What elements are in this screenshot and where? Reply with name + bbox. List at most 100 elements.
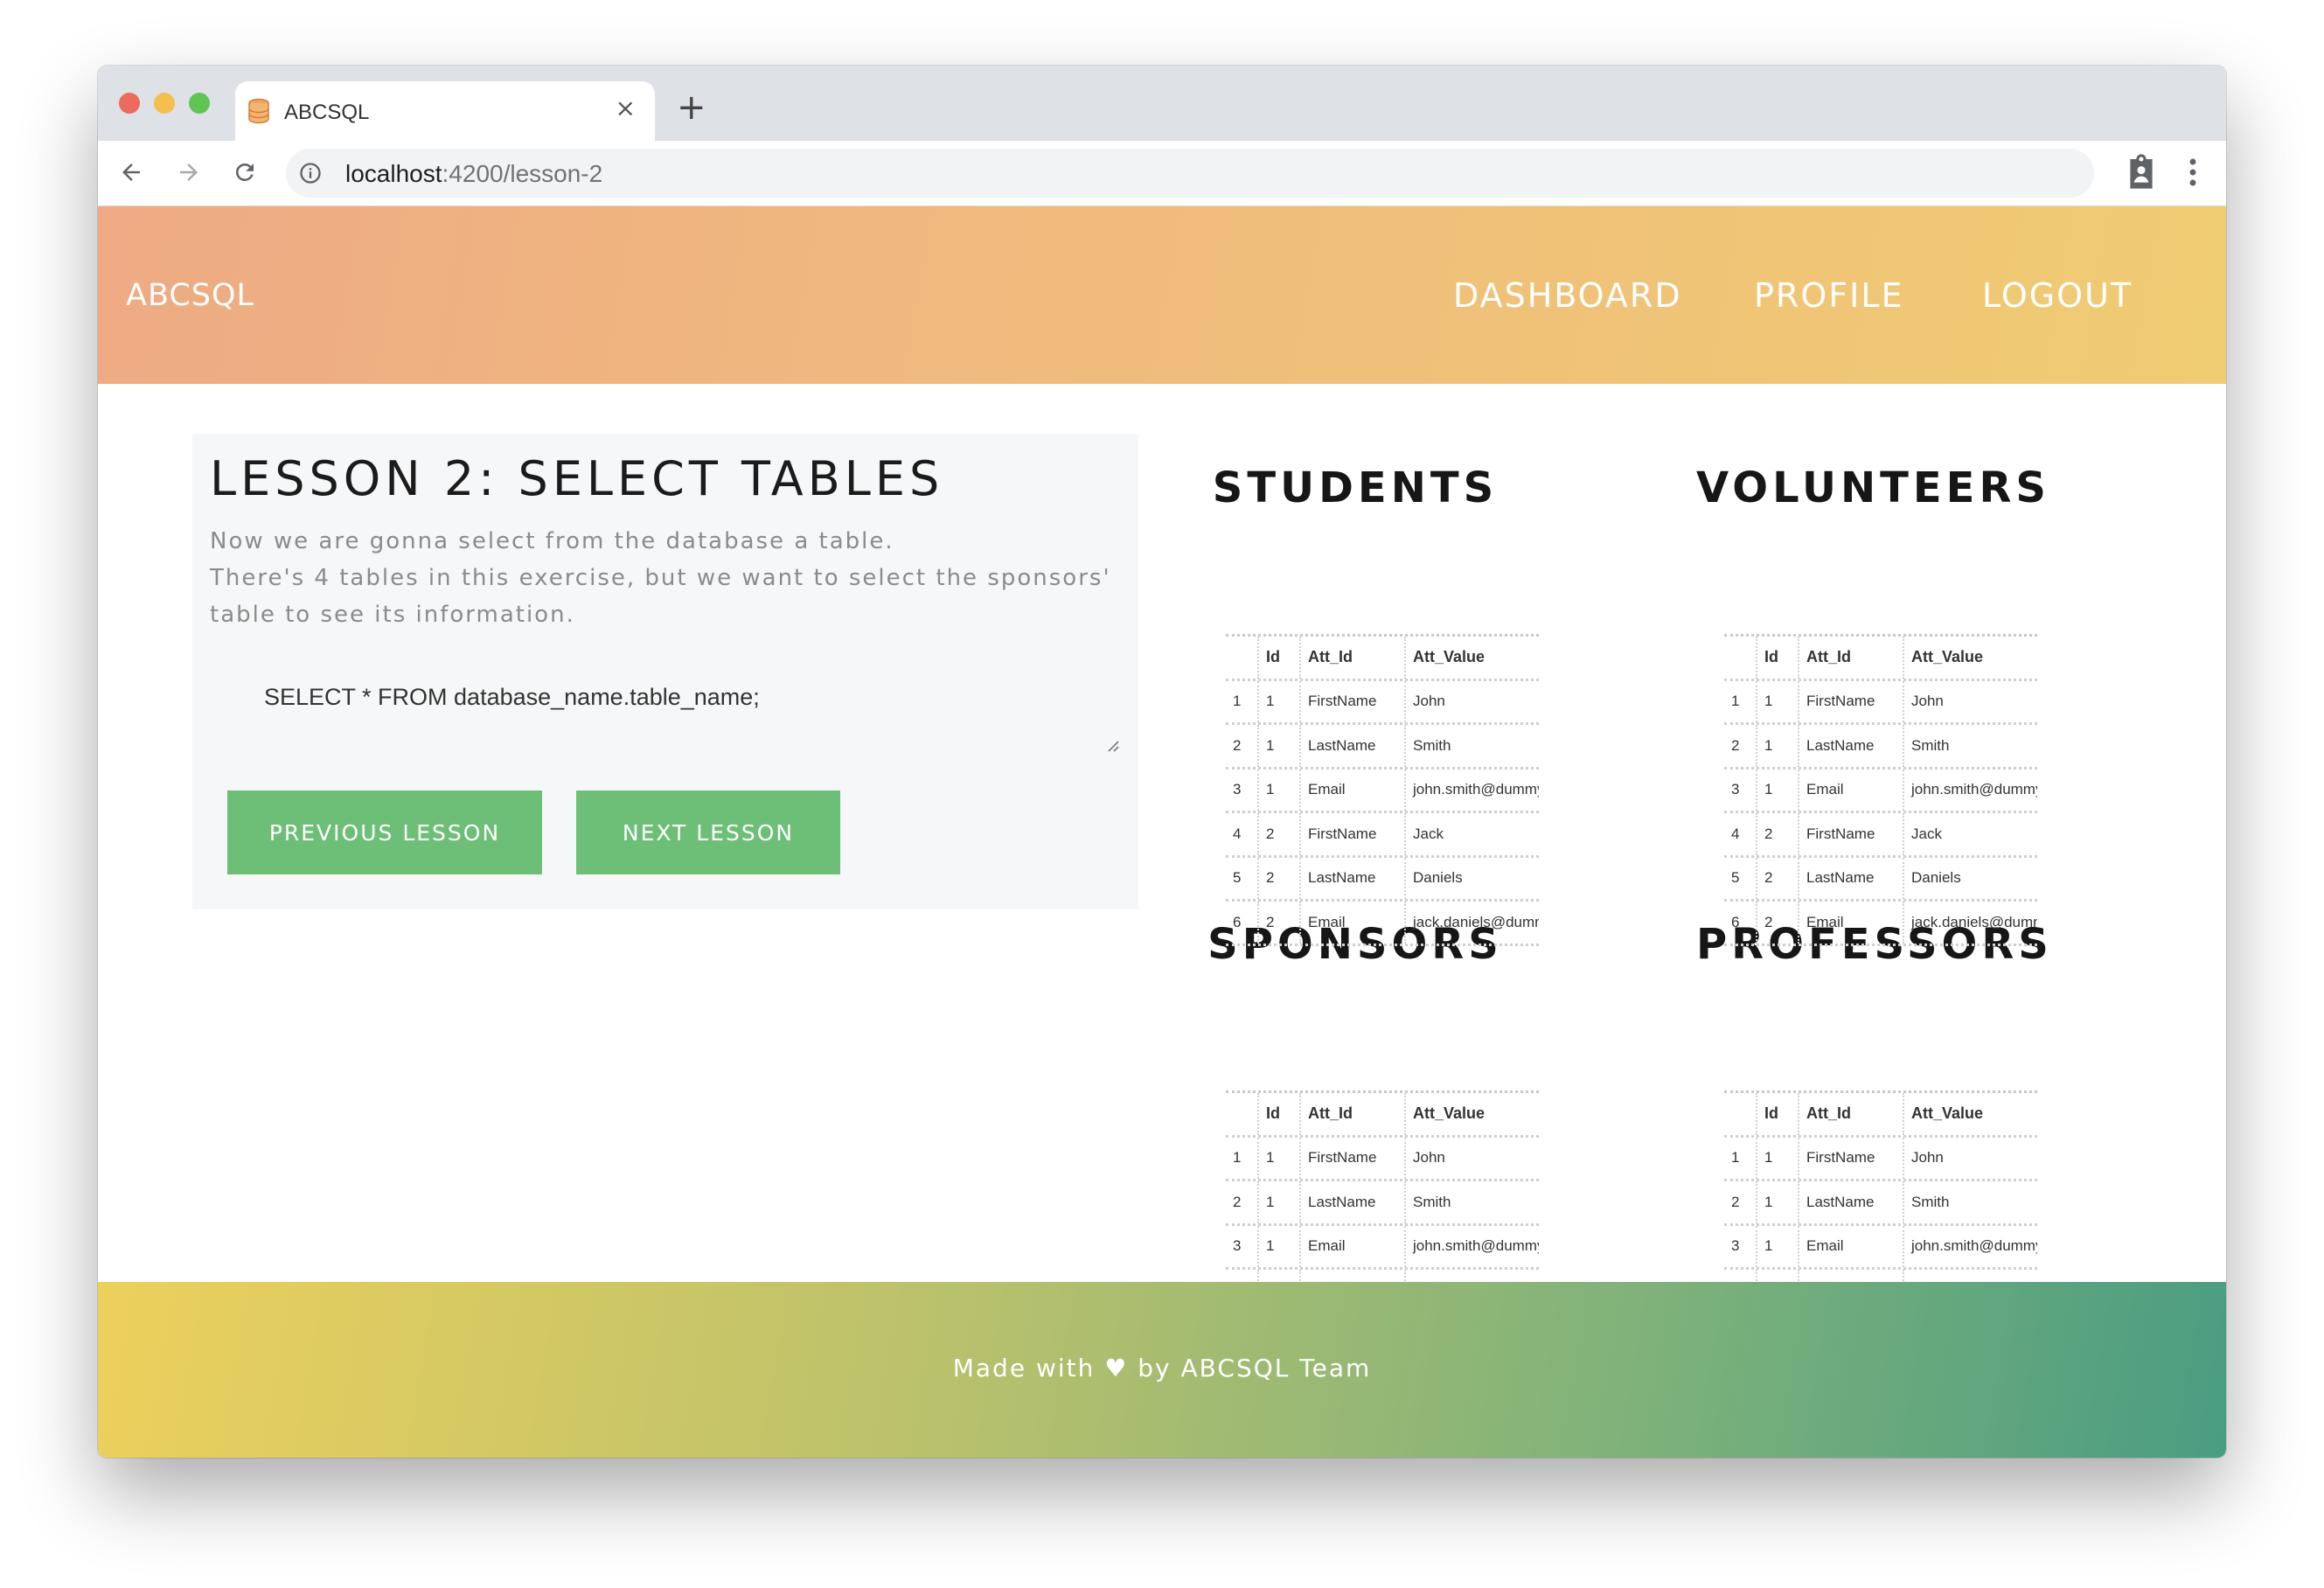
window-minimize-button[interactable]: [154, 93, 175, 114]
table-header-cell: Att_Id: [1301, 637, 1406, 679]
footer-team: by ABCSQL Team: [1138, 1354, 1372, 1383]
table-row: 62Email jack.daniels@dummy.com: [1724, 902, 2037, 946]
table-header-cell: Att_Value: [1911, 1104, 1984, 1123]
table-cell: Smith: [1911, 736, 1950, 754]
page-content: ABCSQL DASHBOARD PROFILE LOGOUT LESSON 2…: [98, 206, 2226, 1458]
resize-grip-icon[interactable]: [1105, 738, 1119, 752]
table-row: 1 1 FirstName John: [1724, 1137, 2037, 1181]
table-cell: 1: [1226, 680, 1259, 722]
tab-close-icon[interactable]: ×: [616, 94, 636, 122]
tab-title: ABCSQL: [284, 101, 370, 124]
table-cell: 6: [1724, 902, 1757, 944]
query-textarea[interactable]: SELECT * FROM database_name.table_name;: [210, 668, 1124, 759]
window-close-button[interactable]: [119, 93, 140, 114]
address-bar[interactable]: localhost:4200/lesson-2: [286, 149, 2094, 198]
table-row: 2 1 LastName Smith: [1724, 725, 2037, 770]
table-cell: LastName: [1799, 725, 1904, 767]
table-header-cell: Att_Id: [1799, 1093, 1904, 1135]
table-header-cell: Att_Id: [1301, 1093, 1406, 1135]
table-cell: FirstName: [1301, 680, 1406, 722]
table-cell: 1: [1757, 680, 1799, 722]
table-header-cell: Id: [1757, 637, 1799, 679]
table-header-cell: Id: [1259, 1093, 1301, 1135]
table-cell: 1: [1259, 1137, 1301, 1179]
table-cell: John: [1911, 1149, 1944, 1167]
forward-button[interactable]: [168, 151, 210, 193]
nav-logout[interactable]: LOGOUT: [1982, 276, 2133, 315]
table-cell: 1: [1259, 1181, 1301, 1223]
table-cell: Jack: [1413, 825, 1444, 842]
database-favicon: [248, 98, 269, 124]
table-cell: 3: [1724, 769, 1757, 811]
screenshot-stage: ABCSQL × + localhost:4200/lesson-2 ABCSQ…: [0, 0, 2324, 1588]
table-cell: john.smith@dummy.com: [1413, 1237, 1539, 1255]
table-cell: 2: [1757, 857, 1799, 899]
browser-tab-abcsql[interactable]: ABCSQL ×: [235, 81, 655, 141]
table-cell: FirstName: [1301, 813, 1406, 855]
table-cell: 2: [1757, 813, 1799, 855]
table-cell: Smith: [1413, 736, 1451, 754]
table-cell: John: [1911, 693, 1944, 710]
table-row: 52LastName Daniels: [1226, 857, 1539, 902]
reload-icon: [235, 164, 254, 181]
reload-button[interactable]: [224, 151, 266, 193]
footer-made-with: Made with: [952, 1354, 1096, 1383]
app-footer: Made with ♥ by ABCSQL Team: [98, 1282, 2226, 1458]
footer-text: Made with ♥ by ABCSQL Team: [98, 1354, 2226, 1383]
nav-dashboard[interactable]: DASHBOARD: [1453, 276, 1682, 315]
back-button[interactable]: [110, 151, 152, 193]
table-row: 2 1 LastName Smith: [1226, 725, 1539, 770]
previous-lesson-button[interactable]: PREVIOUS LESSON: [227, 791, 542, 874]
table-row: 1 1 FirstName John: [1226, 1137, 1539, 1181]
browser-toolbar: localhost:4200/lesson-2: [98, 141, 2226, 206]
extension-clipboard-icon[interactable]: [2126, 153, 2156, 190]
table-header-cell: [1724, 637, 1757, 679]
table-cell: FirstName: [1799, 680, 1904, 722]
url-path: :4200/lesson-2: [442, 160, 603, 187]
table-cell: 5: [1724, 857, 1757, 899]
table-header-cell: Att_Id: [1799, 637, 1904, 679]
new-tab-button[interactable]: +: [677, 90, 706, 125]
query-text: SELECT * FROM database_name.table_name;: [264, 684, 760, 710]
table-header-cell: Att_Value: [1413, 648, 1486, 666]
table-cell: FirstName: [1799, 813, 1904, 855]
url-text[interactable]: localhost:4200/lesson-2: [345, 160, 602, 188]
table-cell: 1: [1226, 1137, 1259, 1179]
table-cell: 2: [1226, 725, 1259, 767]
table-cell: 1: [1259, 1225, 1301, 1267]
lesson-description: Now we are gonna select from the databas…: [210, 523, 1119, 633]
table-cell: Smith: [1911, 1193, 1950, 1210]
table-cell: LastName: [1799, 857, 1904, 899]
table-cell: Email: [1301, 1225, 1406, 1267]
volunteers-table: Id Att_Id Att_Value 1 1 FirstName John 2 1 LastNa…: [1724, 634, 2037, 946]
table-row: 42FirstName Jack: [1226, 813, 1539, 858]
table-cell: 2: [1724, 725, 1757, 767]
info-icon[interactable]: [298, 161, 323, 185]
table-cell: 1: [1757, 769, 1799, 811]
nav-profile[interactable]: PROFILE: [1754, 276, 1903, 315]
students-table-title: STUDENTS: [1212, 463, 1499, 512]
table-cell: FirstName: [1301, 1137, 1406, 1179]
table-cell: 1: [1259, 769, 1301, 811]
table-cell: 4: [1724, 813, 1757, 855]
table-row: 42FirstName Jack: [1724, 813, 2037, 858]
table-header-cell: [1226, 637, 1259, 679]
table-row: 1 1 FirstName John: [1226, 680, 1539, 725]
table-cell: 3: [1724, 1225, 1757, 1267]
next-lesson-button[interactable]: NEXT LESSON: [576, 791, 840, 874]
table-cell: LastName: [1301, 1181, 1406, 1223]
table-row: 62Email jack.daniels@dummy.com: [1226, 902, 1539, 946]
table-header-cell: Id: [1259, 637, 1301, 679]
table-cell: 2: [1757, 902, 1799, 944]
table-header-cell: [1724, 1093, 1757, 1135]
table-row: 2 1 LastName Smith: [1226, 1181, 1539, 1226]
table-cell: Email: [1799, 902, 1904, 944]
table-cell: 3: [1226, 1225, 1259, 1267]
brand-logo[interactable]: ABCSQL: [126, 278, 254, 313]
table-row: 2 1 LastName Smith: [1724, 1181, 2037, 1226]
table-cell: John: [1413, 1149, 1445, 1167]
table-cell: 1: [1757, 725, 1799, 767]
window-zoom-button[interactable]: [189, 93, 210, 114]
table-row: 31Email john.smith@dummy.com: [1724, 769, 2037, 813]
kebab-menu-icon[interactable]: [2188, 157, 2198, 188]
